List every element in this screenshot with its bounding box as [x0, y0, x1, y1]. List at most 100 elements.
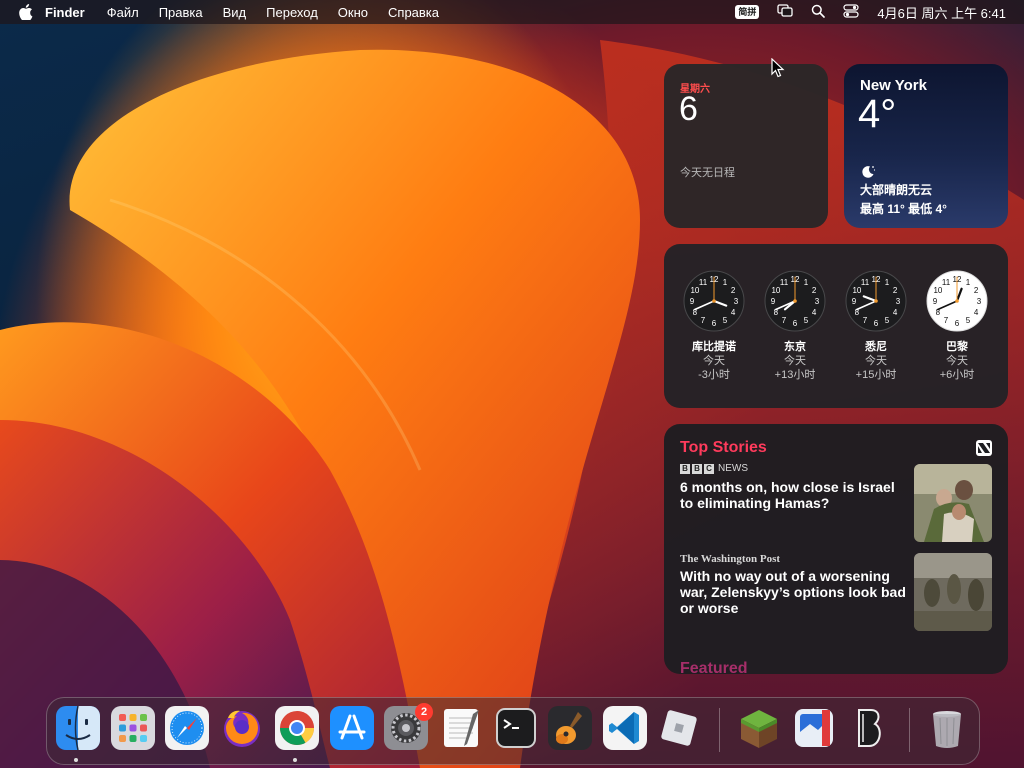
screen-mirroring-icon[interactable]	[777, 3, 794, 21]
clock-numeral: 5	[723, 316, 728, 325]
clock-numeral: 9	[690, 297, 695, 306]
weather-high-low: 最高 11° 最低 4°	[860, 202, 947, 216]
menu-go[interactable]: Переход	[266, 5, 318, 20]
world-clock-offset: +15小时	[855, 369, 897, 381]
clock-numeral: 3	[734, 297, 739, 306]
news-thumbnail-2[interactable]	[914, 553, 992, 631]
news-featured-heading: Featured	[680, 660, 748, 674]
world-clock-item: 1 2 3 4 5 6 7 8 9 10 11 12 巴黎 今天 +6小时	[917, 270, 997, 382]
apple-logo-icon[interactable]	[19, 4, 33, 20]
roblox-icon[interactable]	[657, 706, 701, 750]
finder-icon[interactable]	[56, 705, 100, 751]
moon-icon	[860, 164, 876, 180]
clock-numeral: 3	[896, 297, 901, 306]
news-widget[interactable]: Top Stories B B C NEWS 6 months on, how …	[664, 424, 1008, 674]
chrome-icon[interactable]	[275, 706, 319, 750]
spotlight-search-icon[interactable]	[811, 4, 826, 21]
world-clock-city: 巴黎	[946, 341, 968, 353]
clock-numeral: 5	[966, 316, 971, 325]
analog-clock-icon: 1234567891011 12	[764, 270, 826, 332]
terminal-icon[interactable]	[494, 706, 538, 750]
clock-numeral: 4	[731, 308, 736, 317]
calendar-widget[interactable]: 星期六 6 今天无日程	[664, 64, 828, 228]
clock-numeral: 11	[699, 278, 708, 287]
menu-file[interactable]: Файл	[107, 5, 139, 20]
minecraft-icon[interactable]	[737, 706, 781, 750]
clock-numeral: 3	[977, 297, 982, 306]
menu-window[interactable]: Окно	[338, 5, 368, 20]
clock-numeral: 7	[782, 316, 787, 325]
clock-numeral: 9	[933, 297, 938, 306]
control-center-icon[interactable]	[843, 3, 859, 21]
mouse-cursor-icon	[771, 57, 785, 83]
trash-icon[interactable]	[925, 706, 969, 750]
clock-numeral: 5	[804, 316, 809, 325]
news-headline-1[interactable]: 6 months on, how close is Israel to elim…	[680, 479, 910, 511]
textedit-icon[interactable]	[439, 706, 483, 750]
menu-bar-clock[interactable]: 4月6日 周六 上午 6:41	[877, 3, 1006, 22]
clock-numeral: 2	[812, 286, 817, 295]
world-clock-item: 1 2 3 4 5 6 7 8 9 10 11 12 悉尼 今天 +15小时	[836, 270, 916, 382]
clock-numeral: 3	[815, 297, 820, 306]
world-clock-city: 悉尼	[865, 341, 887, 353]
news-source-bbc: B B C NEWS	[680, 463, 748, 474]
app-store-icon[interactable]	[330, 706, 374, 750]
world-clock-day: 今天	[865, 355, 887, 367]
menu-view[interactable]: Вид	[223, 5, 247, 20]
clock-numeral: 6	[874, 319, 879, 328]
clock-numeral: 10	[771, 286, 780, 295]
menu-help[interactable]: Справка	[388, 5, 439, 20]
notification-badge: 2	[415, 703, 433, 721]
weather-condition: 大部晴朗无云	[860, 183, 933, 197]
calendar-events-text: 今天无日程	[680, 167, 735, 179]
menu-app-name[interactable]: Finder	[45, 5, 85, 20]
clock-numeral: 7	[944, 316, 949, 325]
clock-numeral: 1	[723, 278, 728, 287]
news-source-label: NEWS	[718, 463, 748, 474]
clock-numeral: 11	[780, 278, 789, 287]
clock-center	[874, 299, 878, 303]
clock-numeral: 10	[852, 286, 861, 295]
clock-numeral: 11	[861, 278, 870, 287]
clock-numeral: 4	[974, 308, 979, 317]
analog-clock-icon: 1234567891011 12	[683, 270, 745, 332]
input-method-indicator[interactable]: 简拼	[735, 5, 760, 19]
world-clock-city: 库比提诺	[692, 341, 736, 353]
safari-icon[interactable]	[165, 706, 209, 750]
vscode-icon[interactable]	[603, 706, 647, 750]
analog-clock-icon: 1234567891011 12	[845, 270, 907, 332]
preview-app-icon[interactable]	[792, 706, 836, 750]
firefox-icon[interactable]	[220, 706, 264, 750]
bezel-app-icon[interactable]	[847, 706, 891, 750]
bbc-logo-box: B	[692, 463, 702, 474]
bbc-logo-box: C	[704, 463, 714, 474]
news-headline-2[interactable]: With no way out of a worsening war, Zele…	[680, 568, 910, 616]
clock-numeral: 4	[812, 308, 817, 317]
clock-numeral: 5	[885, 316, 890, 325]
dock	[46, 697, 980, 765]
apple-news-icon	[976, 440, 992, 456]
menu-edit[interactable]: Правка	[159, 5, 203, 20]
world-clock-day: 今天	[703, 355, 725, 367]
bbc-logo-box: B	[680, 463, 690, 474]
news-thumbnail-1[interactable]	[914, 464, 992, 542]
clock-numeral: 2	[893, 286, 898, 295]
world-clock-day: 今天	[784, 355, 806, 367]
clock-center	[955, 299, 959, 303]
clock-center	[793, 299, 797, 303]
dock-separator	[909, 708, 910, 752]
clock-numeral: 11	[942, 278, 951, 287]
clock-numeral: 6	[955, 319, 960, 328]
clock-numeral: 1	[885, 278, 890, 287]
world-clock-widget[interactable]: 1 2 3 4 5 6 7 8 9 10 11 12 库比提诺 今天 -3小时 1 2 3 4 5 6 7 8 9 10…	[664, 244, 1008, 408]
clock-numeral: 10	[690, 286, 699, 295]
weather-widget[interactable]: New York 4° 大部晴朗无云 最高 11° 最低 4°	[844, 64, 1008, 228]
garageband-icon[interactable]	[548, 706, 592, 750]
clock-numeral: 2	[731, 286, 736, 295]
launchpad-icon[interactable]	[111, 706, 155, 750]
clock-numeral: 9	[771, 297, 776, 306]
weather-temperature: 4°	[858, 92, 897, 136]
clock-numeral: 4	[893, 308, 898, 317]
running-indicator	[293, 758, 297, 762]
clock-numeral: 1	[966, 278, 971, 287]
